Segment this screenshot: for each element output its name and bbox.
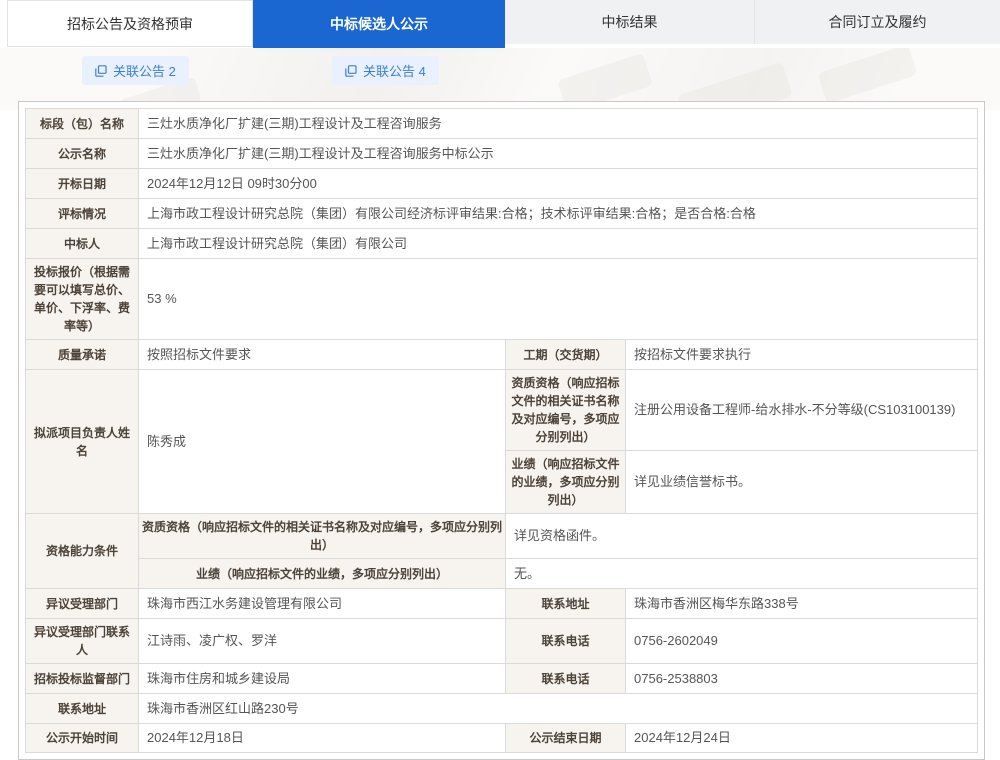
field-label-objection-contact: 异议受理部门联系人 xyxy=(26,619,139,664)
field-label-notice-name: 公示名称 xyxy=(26,139,139,169)
field-value-publicity-end: 2024年12月24日 xyxy=(626,724,978,753)
table-row: 评标情况 上海市政工程设计研究总院（集团）有限公司经济标评审结果:合格；技术标评… xyxy=(26,199,978,229)
table-row: 资格能力条件 资质资格（响应招标文件的相关证书名称及对应编号，多项应分别列出） … xyxy=(26,514,978,559)
table-row: 质量承诺 按照招标文件要求 工期（交货期） 按招标文件要求执行 xyxy=(26,340,978,370)
field-value-objection-dept: 珠海市西江水务建设管理有限公司 xyxy=(139,589,506,619)
field-label-capability: 资格能力条件 xyxy=(26,514,139,589)
copy-icon xyxy=(345,65,357,77)
field-label-quality: 质量承诺 xyxy=(26,340,139,370)
table-row: 异议受理部门 珠海市西江水务建设管理有限公司 联系地址 珠海市香洲区梅华东路33… xyxy=(26,589,978,619)
field-label-objection-addr: 联系地址 xyxy=(506,589,626,619)
field-value-objection-phone: 0756-2602049 xyxy=(626,619,978,664)
related-notice-button-2[interactable]: 关联公告 2 xyxy=(82,56,189,85)
table-row: 标段（包）名称 三灶水质净化厂扩建(三期)工程设计及工程咨询服务 xyxy=(26,109,978,139)
field-label-objection-dept: 异议受理部门 xyxy=(26,589,139,619)
table-row: 联系地址 珠海市香洲区红山路230号 xyxy=(26,694,978,724)
field-label-publicity-end: 公示结束日期 xyxy=(506,724,626,753)
field-label-capability-qualification: 资质资格（响应招标文件的相关证书名称及对应编号，多项应分别列出） xyxy=(139,514,506,559)
tab-winning-candidate-publicity[interactable]: 中标候选人公示 xyxy=(253,0,505,48)
field-value-publicity-start: 2024年12月18日 xyxy=(139,724,506,753)
tab-label: 中标结果 xyxy=(602,12,658,32)
field-label-winner: 中标人 xyxy=(26,229,139,259)
field-label-bid-open-date: 开标日期 xyxy=(26,169,139,199)
field-value-objection-contact: 江诗雨、凌广权、罗洋 xyxy=(139,619,506,664)
field-value-pm-performance: 详见业绩信誉标书。 xyxy=(626,451,978,514)
field-label-supervision-phone: 联系电话 xyxy=(506,664,626,694)
tab-label: 招标公告及资格预审 xyxy=(67,14,193,34)
field-value-section-name: 三灶水质净化厂扩建(三期)工程设计及工程咨询服务 xyxy=(139,109,978,139)
field-value-capability-performance: 无。 xyxy=(506,559,978,589)
field-value-project-manager: 陈秀成 xyxy=(139,370,506,514)
field-value-evaluation: 上海市政工程设计研究总院（集团）有限公司经济标评审结果:合格；技术标评审结果:合… xyxy=(139,199,978,229)
field-value-supervision-phone: 0756-2538803 xyxy=(626,664,978,694)
field-label-bid-price: 投标报价（根据需要可以填写总价、单价、下浮率、费率等） xyxy=(26,259,139,340)
field-label-project-manager: 拟派项目负责人姓名 xyxy=(26,370,139,514)
field-label-publicity-start: 公示开始时间 xyxy=(26,724,139,753)
related-notice-button-4[interactable]: 关联公告 4 xyxy=(332,56,439,85)
tab-contract-performance[interactable]: 合同订立及履约 xyxy=(755,0,1000,44)
table-row: 公示名称 三灶水质净化厂扩建(三期)工程设计及工程咨询服务中标公示 xyxy=(26,139,978,169)
field-value-bid-open-date: 2024年12月12日 09时30分00 xyxy=(139,169,978,199)
field-label-duration: 工期（交货期） xyxy=(506,340,626,370)
field-label-capability-performance: 业绩（响应招标文件的业绩，多项应分别列出） xyxy=(139,559,506,589)
tab-bar: 招标公告及资格预审 中标候选人公示 中标结果 合同订立及履约 xyxy=(0,0,1000,48)
related-notice-label: 关联公告 4 xyxy=(363,61,426,80)
field-label-pm-performance: 业绩（响应招标文件的业绩，多项应分别列出） xyxy=(506,451,626,514)
field-value-notice-name: 三灶水质净化厂扩建(三期)工程设计及工程咨询服务中标公示 xyxy=(139,139,978,169)
bid-result-detail-table: 标段（包）名称 三灶水质净化厂扩建(三期)工程设计及工程咨询服务 公示名称 三灶… xyxy=(18,101,985,760)
field-value-duration: 按招标文件要求执行 xyxy=(626,340,978,370)
table-row: 开标日期 2024年12月12日 09时30分00 xyxy=(26,169,978,199)
field-value-contact-addr: 珠海市香洲区红山路230号 xyxy=(139,694,978,724)
tab-winning-result[interactable]: 中标结果 xyxy=(505,0,755,44)
field-label-evaluation: 评标情况 xyxy=(26,199,139,229)
field-value-quality: 按照招标文件要求 xyxy=(139,340,506,370)
field-value-capability-qualification: 详见资格函件。 xyxy=(506,514,978,559)
table-row: 招标投标监督部门 珠海市住房和城乡建设局 联系电话 0756-2538803 xyxy=(26,664,978,694)
field-label-pm-qualification: 资质资格（响应招标文件的相关证书名称及对应编号，多项应分别列出） xyxy=(506,370,626,451)
field-value-objection-addr: 珠海市香洲区梅华东路338号 xyxy=(626,589,978,619)
tab-tender-announcement[interactable]: 招标公告及资格预审 xyxy=(7,0,253,47)
tab-label: 合同订立及履约 xyxy=(829,12,927,32)
field-value-pm-qualification: 注册公用设备工程师-给水排水-不分等级(CS103100139) xyxy=(626,370,978,451)
field-label-objection-phone: 联系电话 xyxy=(506,619,626,664)
related-notice-label: 关联公告 2 xyxy=(113,61,176,80)
field-label-contact-addr: 联系地址 xyxy=(26,694,139,724)
table-row: 异议受理部门联系人 江诗雨、凌广权、罗洋 联系电话 0756-2602049 xyxy=(26,619,978,664)
copy-icon xyxy=(95,65,107,77)
table-row: 投标报价（根据需要可以填写总价、单价、下浮率、费率等） 53 % xyxy=(26,259,978,340)
field-label-section-name: 标段（包）名称 xyxy=(26,109,139,139)
table-row: 公示开始时间 2024年12月18日 公示结束日期 2024年12月24日 xyxy=(26,724,978,753)
table-row: 拟派项目负责人姓名 陈秀成 资质资格（响应招标文件的相关证书名称及对应编号，多项… xyxy=(26,370,978,451)
field-value-bid-price: 53 % xyxy=(139,259,978,340)
field-label-supervision-dept: 招标投标监督部门 xyxy=(26,664,139,694)
field-value-winner: 上海市政工程设计研究总院（集团）有限公司 xyxy=(139,229,978,259)
table-row: 业绩（响应招标文件的业绩，多项应分别列出） 无。 xyxy=(26,559,978,589)
tab-label: 中标候选人公示 xyxy=(330,14,428,34)
table-row: 中标人 上海市政工程设计研究总院（集团）有限公司 xyxy=(26,229,978,259)
field-value-supervision-dept: 珠海市住房和城乡建设局 xyxy=(139,664,506,694)
